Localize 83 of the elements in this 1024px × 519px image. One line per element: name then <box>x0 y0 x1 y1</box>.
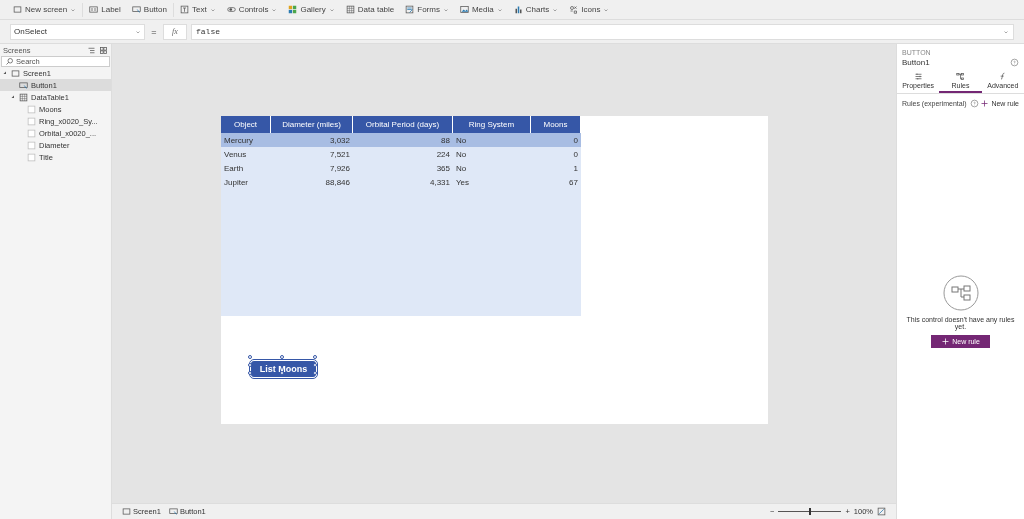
table-row[interactable]: Mercury 3,032 88 No 0 <box>221 133 581 147</box>
help-icon <box>1010 58 1019 67</box>
form-icon <box>405 5 415 14</box>
list-icon <box>87 45 96 55</box>
resize-handle[interactable] <box>280 371 284 375</box>
table-cell-text: Yes <box>455 176 471 189</box>
toolbar-button[interactable]: Media <box>454 1 508 18</box>
table-cell-text: 0 <box>572 148 579 161</box>
chevron-down-icon <box>552 6 559 13</box>
toggle-icon <box>226 5 236 14</box>
function-button[interactable]: fx <box>163 23 187 40</box>
table-cell-text: No <box>455 162 468 175</box>
chevron-down-icon <box>135 28 141 35</box>
property-dropdown[interactable]: OnSelect <box>10 23 145 40</box>
table-cell-text: 3,032 <box>328 134 351 147</box>
table-cell-text: 1 <box>572 162 579 175</box>
chevron-down-icon <box>1003 28 1009 35</box>
screen-icon <box>11 68 20 78</box>
chevron-down-icon <box>496 6 503 13</box>
toolbar-button[interactable]: Button <box>126 1 172 18</box>
screen-icon <box>122 507 131 516</box>
slider-thumb[interactable] <box>808 508 811 515</box>
button-icon <box>19 80 28 90</box>
plus-icon <box>941 337 951 346</box>
plus-icon <box>980 99 990 108</box>
toolbar-button[interactable]: Data table <box>340 1 400 18</box>
screen-icon <box>13 5 22 14</box>
chevron-down-icon <box>328 6 335 13</box>
expand-triangle-icon <box>2 70 8 76</box>
list-moons-button[interactable]: List Moons <box>251 361 316 377</box>
formula-field[interactable]: false <box>191 23 1014 40</box>
table-cell-text: Jupiter <box>223 176 249 189</box>
search-icon <box>5 57 14 66</box>
table-cell-text: 365 <box>435 162 451 175</box>
chevron-down-icon <box>603 6 610 13</box>
table-row[interactable]: Jupiter 88,846 4,331 Yes 67 <box>221 175 581 189</box>
table-row[interactable]: Venus 7,521 224 No 0 <box>221 147 581 161</box>
equals-sign: = <box>150 26 158 37</box>
table-cell-text: Earth <box>223 162 245 175</box>
table-cell-text: 7,521 <box>328 148 351 161</box>
gallery-icon <box>288 5 298 14</box>
label-icon <box>89 5 99 14</box>
table-icon <box>19 92 28 102</box>
table-cell-text: 88,846 <box>324 176 351 189</box>
toolbar-button[interactable]: Forms <box>400 1 454 18</box>
resize-handle[interactable] <box>280 355 284 359</box>
toolbar-button[interactable]: Text <box>174 1 221 18</box>
table-cell-text: 224 <box>435 148 451 161</box>
text-box-icon <box>179 5 189 14</box>
toolbar-button[interactable]: Gallery <box>283 1 340 18</box>
toolbar-button[interactable]: Icons <box>564 1 615 18</box>
toolbar-button[interactable]: New screen <box>8 1 82 18</box>
table-cell-text: No <box>455 148 468 161</box>
table-cell-text: 7,926 <box>328 162 351 175</box>
expand-triangle-icon <box>10 94 16 100</box>
chevron-down-icon <box>209 6 216 13</box>
chevron-down-icon <box>70 6 77 13</box>
table-cell-text: Venus <box>223 148 248 161</box>
flowchart-icon <box>956 72 965 81</box>
toolbar-button[interactable]: Charts <box>508 1 564 18</box>
table-cell-text: 88 <box>440 134 451 147</box>
button-icon <box>168 507 178 516</box>
chevron-down-icon <box>271 6 278 13</box>
table-cell-text: 67 <box>568 176 579 189</box>
shapes-icon <box>569 5 579 14</box>
sliders-icon <box>913 72 923 81</box>
toolbar-button[interactable]: Controls <box>221 1 283 18</box>
grid-icon <box>99 45 108 55</box>
image-icon <box>459 5 469 14</box>
table-icon <box>345 5 355 14</box>
bar-chart-icon <box>513 5 523 14</box>
table-cell-text: 4,331 <box>428 176 451 189</box>
chevron-down-icon <box>442 6 449 13</box>
table-row[interactable]: Earth 7,926 365 No 1 <box>221 161 581 175</box>
table-cell-text: 0 <box>572 134 579 147</box>
toolbar-button[interactable]: Label <box>84 1 126 18</box>
flowchart-icon <box>942 275 979 311</box>
help-icon <box>969 99 979 108</box>
table-cell-text: Mercury <box>223 134 254 147</box>
control-name: Button1 <box>902 58 930 67</box>
table-cell-text: No <box>455 134 468 147</box>
fit-screen-icon <box>877 507 886 516</box>
button-icon <box>131 5 141 14</box>
